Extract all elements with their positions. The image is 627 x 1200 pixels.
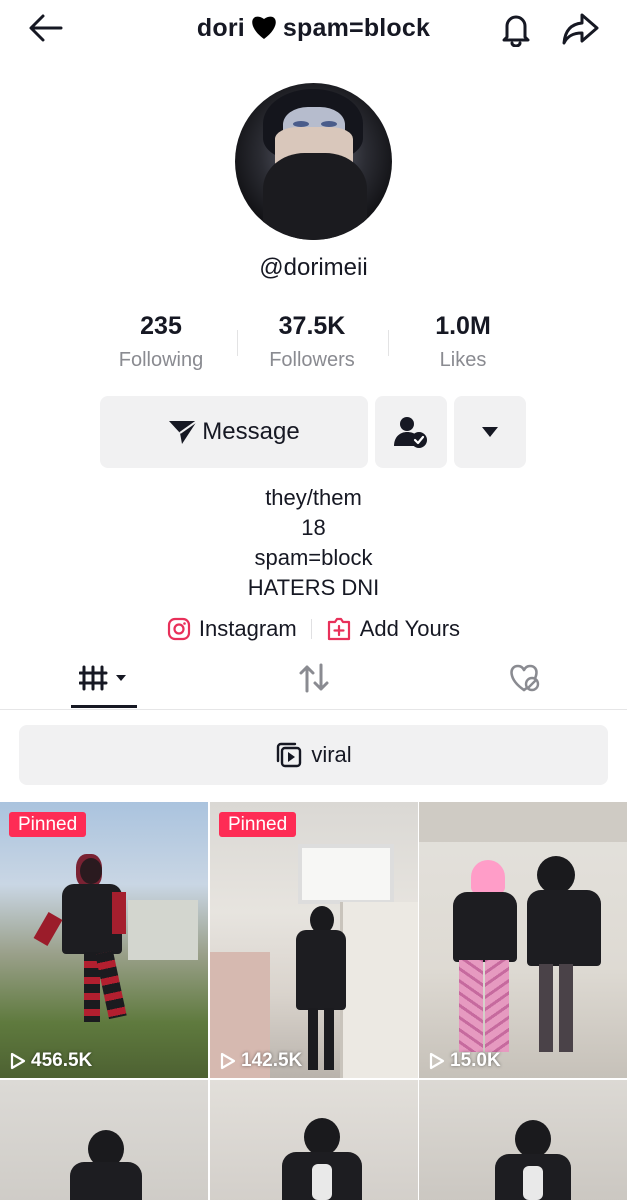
stat-label: Followers [269, 349, 355, 371]
play-icon [429, 1052, 445, 1070]
figure-head [537, 856, 575, 894]
following-status-button[interactable] [375, 396, 447, 468]
bio-line: spam=block [254, 545, 373, 570]
add-yours-label: Add Yours [359, 616, 461, 641]
figure-arm [112, 892, 126, 934]
tab-liked[interactable] [490, 658, 558, 698]
video-thumbnail[interactable] [419, 1080, 627, 1200]
user-check-icon [394, 417, 427, 448]
stat-following[interactable]: 235 Following [86, 312, 236, 372]
send-icon [168, 419, 198, 445]
profile-links: Instagram Add Yours [0, 614, 627, 644]
title-name: dori [196, 14, 245, 42]
pinned-badge: Pinned [9, 812, 87, 837]
bio-line: 18 [301, 515, 326, 540]
more-dropdown-button[interactable] [454, 396, 526, 468]
share-button[interactable] [560, 10, 600, 48]
notifications-button[interactable] [496, 10, 536, 48]
black-heart-icon [249, 12, 279, 47]
video-thumbnail[interactable]: Pinned 142.5K [210, 802, 418, 1078]
figure-arm [33, 912, 63, 946]
figure-body [527, 890, 601, 966]
figure-leg [485, 960, 509, 1052]
username: @dorimeii [259, 254, 368, 281]
figure-leg [559, 964, 573, 1052]
hidden-heart-icon [510, 664, 540, 692]
tab-videos[interactable] [70, 658, 138, 698]
figure-body [70, 1162, 142, 1200]
bell-icon [502, 15, 530, 47]
figure-leg [324, 1008, 334, 1070]
view-count-value: 456.5K [31, 1050, 93, 1071]
playlist-viral[interactable]: viral [19, 725, 608, 785]
video-thumbnail[interactable] [0, 1080, 208, 1200]
add-yours-link[interactable]: Add Yours [326, 616, 460, 642]
ceiling [419, 802, 627, 842]
avatar[interactable] [235, 83, 392, 240]
building [128, 900, 198, 960]
instagram-icon [167, 617, 191, 641]
figure-leg [459, 960, 483, 1052]
share-icon [562, 13, 599, 45]
active-tab-indicator [71, 705, 137, 708]
skeleton-print [312, 1164, 332, 1200]
stat-followers[interactable]: 37.5K Followers [237, 312, 387, 372]
heart-sticker [471, 860, 505, 894]
pinned-badge: Pinned [219, 812, 297, 837]
figure-body [296, 930, 346, 1010]
content-tabs [0, 650, 627, 710]
divider [310, 619, 312, 639]
view-count-value: 142.5K [241, 1050, 303, 1071]
message-button[interactable]: Message [100, 396, 368, 468]
message-label: Message [202, 418, 300, 445]
avatar-mask [263, 153, 367, 240]
play-icon [220, 1052, 236, 1070]
stat-value: 235 [140, 312, 182, 340]
tab-reposts[interactable] [280, 658, 348, 698]
video-thumbnail[interactable] [210, 1080, 418, 1200]
figure-body [453, 892, 517, 962]
figure-leg [539, 964, 553, 1052]
view-count: 456.5K [10, 1050, 92, 1072]
view-count: 142.5K [220, 1050, 302, 1072]
bio: they/them 18 spam=block HATERS DNI [0, 483, 627, 603]
figure-leg [95, 950, 127, 1020]
bio-line: HATERS DNI [247, 575, 380, 600]
figure-head [80, 858, 102, 884]
figure-head [515, 1120, 551, 1158]
profile-stats: 235 Following 37.5K Followers 1.0M Likes [86, 312, 541, 382]
figure-head [304, 1118, 340, 1156]
playlist-icon [275, 741, 303, 769]
stat-value: 37.5K [278, 312, 346, 340]
stat-label: Likes [439, 349, 487, 371]
door [340, 902, 418, 1078]
title-suffix: spam=block [282, 14, 431, 42]
playlist-label: viral [311, 742, 352, 767]
caret-down-icon [482, 427, 498, 437]
instagram-link[interactable]: Instagram [167, 616, 297, 642]
window [298, 844, 394, 904]
top-bar: dori spam=block [0, 0, 627, 58]
stat-likes[interactable]: 1.0M Likes [388, 312, 538, 372]
view-count: 15.0K [429, 1050, 501, 1072]
skeleton-print [523, 1166, 543, 1200]
grid-icon [79, 665, 126, 691]
stat-value: 1.0M [435, 312, 491, 340]
add-yours-icon [326, 617, 352, 641]
video-thumbnail[interactable]: 15.0K [419, 802, 627, 1078]
play-icon [10, 1052, 26, 1070]
video-grid: Pinned 456.5K Pinned 142.5K 15.0K [0, 802, 627, 1200]
stat-label: Following [118, 349, 204, 371]
view-count-value: 15.0K [450, 1050, 501, 1071]
figure-leg [308, 1008, 318, 1070]
repost-icon [299, 663, 329, 693]
instagram-label: Instagram [198, 616, 297, 641]
video-thumbnail[interactable]: Pinned 456.5K [0, 802, 208, 1078]
bio-line: they/them [265, 485, 362, 510]
